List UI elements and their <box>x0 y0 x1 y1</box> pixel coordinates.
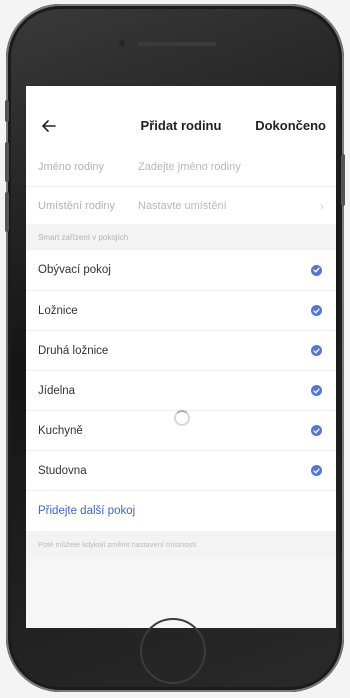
room-label: Jídelna <box>38 384 76 397</box>
family-name-input[interactable]: Zadejte jméno rodiny <box>138 161 324 173</box>
check-icon[interactable] <box>311 305 322 316</box>
power-button <box>341 154 345 206</box>
home-button <box>140 618 206 684</box>
chevron-right-icon: › <box>320 198 324 213</box>
phone-frame: Přidat rodinu Dokončeno Jméno rodiny Zad… <box>5 4 345 692</box>
check-icon[interactable] <box>311 465 322 476</box>
family-location-label: Umístění rodiny <box>38 199 116 212</box>
room-item[interactable]: Ložnice <box>26 290 336 330</box>
room-item[interactable]: Studovna <box>26 450 336 490</box>
room-item[interactable]: Jídelna <box>26 370 336 410</box>
room-label: Ložnice <box>38 304 78 317</box>
family-location-input[interactable]: Nastavte umístění <box>138 200 320 212</box>
add-room-link[interactable]: Přidejte další pokoj <box>26 490 336 531</box>
front-camera <box>119 40 125 46</box>
room-label: Obývací pokoj <box>38 264 111 276</box>
earpiece-speaker <box>138 42 216 46</box>
room-item[interactable]: Druhá ložnice <box>26 330 336 370</box>
check-icon[interactable] <box>311 385 322 396</box>
stage: Přidat rodinu Dokončeno Jméno rodiny Zad… <box>0 0 350 698</box>
navigation-bar: Přidat rodinu Dokončeno <box>26 86 336 148</box>
loading-spinner-icon <box>174 410 190 426</box>
check-icon[interactable] <box>311 264 322 276</box>
room-list: Obývací pokoj Ložnice Druhá ložnice Jíde… <box>26 250 336 531</box>
room-label: Kuchyně <box>38 424 83 437</box>
volume-up-button <box>5 142 9 182</box>
check-icon[interactable] <box>311 425 322 436</box>
done-button[interactable]: Dokončeno <box>255 118 326 133</box>
family-form: Jméno rodiny Zadejte jméno rodiny Umístě… <box>26 148 336 224</box>
settings-hint: Poté můžete kdykoli změnit nastavení mís… <box>26 531 336 558</box>
family-location-row[interactable]: Umístění rodiny Nastavte umístění › <box>26 186 336 224</box>
family-name-label: Jméno rodiny <box>38 161 105 173</box>
app-screen: Přidat rodinu Dokončeno Jméno rodiny Zad… <box>26 86 336 628</box>
check-icon[interactable] <box>311 345 322 356</box>
rooms-section-title: Smart zařízení v pokojích <box>26 224 336 250</box>
family-name-row[interactable]: Jméno rodiny Zadejte jméno rodiny <box>26 148 336 186</box>
room-label: Druhá ložnice <box>38 344 109 357</box>
volume-down-button <box>5 192 9 232</box>
room-label: Studovna <box>38 464 87 477</box>
mute-switch <box>5 100 9 122</box>
room-item[interactable]: Obývací pokoj <box>26 250 336 290</box>
